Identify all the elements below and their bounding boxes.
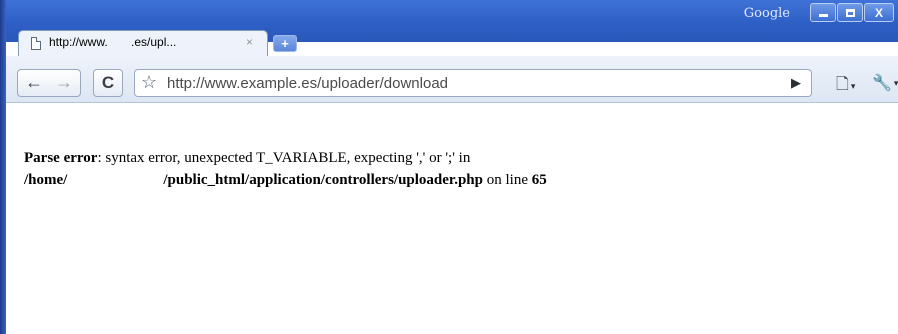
address-bar[interactable]: ☆ http://www.example.es/uploader/downloa… [134,69,812,97]
url-text[interactable]: http://www.example.es/uploader/download [167,75,448,92]
error-path-end: /public_html/application/controllers/upl… [163,172,483,188]
browser-window: Google X http://www. .es/upl... × + ← → [0,0,898,334]
reload-button[interactable]: C [93,69,123,97]
window-controls: X [810,3,894,23]
close-icon: X [874,5,883,20]
maximize-icon [845,8,855,17]
browser-tab[interactable]: http://www. .es/upl... × [18,30,268,56]
error-line-number: 65 [531,172,547,188]
page-content: Parse error: syntax error, unexpected T_… [6,103,898,334]
back-button[interactable]: ← [19,69,49,95]
forward-arrow-icon: → [55,71,73,92]
page-menu-button[interactable]: 🗋 ▾ [836,73,855,100]
minimize-button[interactable] [810,3,836,22]
navigation-toolbar: ← → C ☆ http://www.example.es/uploader/d… [6,56,898,103]
page-icon [31,37,41,50]
on-line-text: on line [483,172,532,188]
error-text: : syntax error, unexpected T_VARIABLE, e… [97,150,471,166]
tab-title: http://www. .es/upl... [49,35,177,49]
go-icon[interactable]: ▶ [791,75,801,91]
page-menu-icon: 🗋 [836,76,849,93]
back-arrow-icon: ← [25,71,43,92]
tools-menu-button[interactable]: 🔧 ▾ [872,73,898,93]
forward-button[interactable]: → [49,69,79,95]
chevron-down-icon: ▾ [850,81,856,91]
error-line-1: Parse error: syntax error, unexpected T_… [24,147,547,169]
bookmark-star-icon[interactable]: ☆ [141,72,157,93]
error-line-2: /home/ /public_html/application/controlle… [24,169,547,191]
new-tab-button[interactable]: + [273,35,297,52]
wrench-icon: 🔧 [872,75,892,92]
error-label: Parse error [24,150,98,166]
error-path-start: /home/ [24,172,68,188]
php-error-message: Parse error: syntax error, unexpected T_… [24,147,547,191]
plus-icon: + [281,36,289,51]
minimize-icon [818,14,828,17]
chevron-down-icon: ▾ [893,77,898,88]
tab-close-icon[interactable]: × [246,35,253,49]
brand-label: Google [743,6,790,21]
close-button[interactable]: X [864,3,894,22]
maximize-button[interactable] [837,3,863,22]
reload-icon: C [101,73,115,92]
